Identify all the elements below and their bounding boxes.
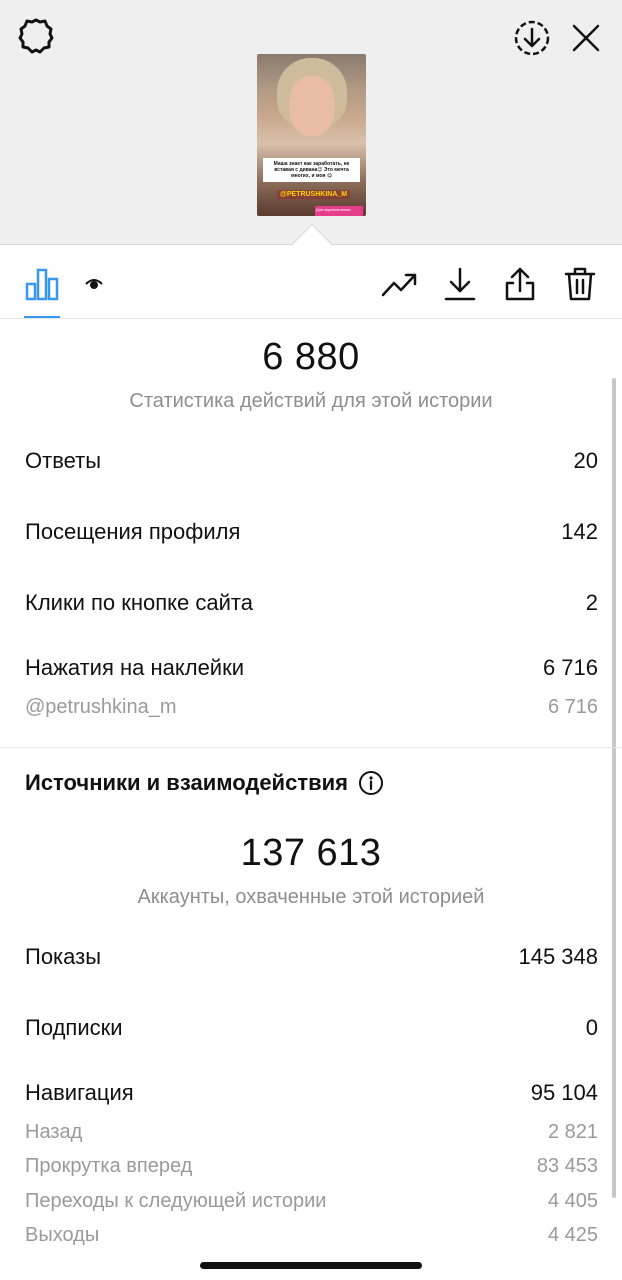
nav-subrow-next-story: Переходы к следующей истории 4 405: [25, 1190, 598, 1213]
save-story-icon[interactable]: [510, 16, 554, 60]
stat-label: Переходы к следующей истории: [25, 1190, 327, 1212]
download-icon[interactable]: [440, 264, 480, 304]
story-preview-area: Маша знает как заработать, не вставая с …: [0, 0, 622, 267]
actions-total: 6 880: [262, 336, 360, 378]
discovery-section-header: Источники и взаимодействия: [25, 770, 384, 796]
stat-row-sticker-taps: Нажатия на наклейки 6 716: [25, 655, 598, 681]
stat-value: 6 716: [542, 655, 598, 680]
eye-icon[interactable]: [74, 264, 114, 304]
insights-toolbar: [0, 246, 622, 319]
home-indicator[interactable]: [200, 1262, 422, 1269]
stat-value: 6 716: [547, 696, 598, 718]
stat-value: 2: [585, 590, 598, 615]
reach-total: 137 613: [240, 832, 382, 874]
stat-label: Навигация: [25, 1080, 134, 1105]
reach-caption: Аккаунты, охваченные этой историей: [137, 886, 485, 908]
stat-value: 95 104: [530, 1080, 598, 1105]
stat-label: Назад: [25, 1121, 83, 1143]
stat-row-profile-visits: Посещения профиля 142: [25, 519, 598, 545]
stat-value: 2 821: [547, 1121, 598, 1143]
stat-label: Посещения профиля: [25, 519, 241, 544]
stat-value: 0: [585, 1015, 598, 1040]
share-icon[interactable]: [500, 264, 540, 304]
stat-value: 20: [573, 448, 598, 473]
stat-row-replies: Ответы 20: [25, 448, 598, 474]
close-icon[interactable]: [566, 18, 606, 58]
stat-label: @petrushkina_m: [25, 696, 177, 718]
actions-caption: Статистика действий для этой истории: [129, 390, 493, 412]
active-tab-indicator: [24, 316, 60, 318]
trending-icon[interactable]: [380, 264, 420, 304]
section-divider: [0, 747, 622, 748]
stat-label: Нажатия на наклейки: [25, 655, 245, 680]
info-icon[interactable]: [358, 770, 384, 796]
nav-subrow-back: Назад 2 821: [25, 1121, 598, 1144]
settings-gear-icon[interactable]: [16, 16, 56, 56]
bar-chart-icon[interactable]: [22, 264, 62, 304]
story-thumbnail[interactable]: Маша знает как заработать, не вставая с …: [257, 54, 366, 216]
stat-row-website-clicks: Клики по кнопке сайта 2: [25, 590, 598, 616]
nav-subrow-exits: Выходы 4 425: [25, 1224, 598, 1247]
nav-subrow-forward: Прокрутка вперед 83 453: [25, 1155, 598, 1178]
stat-label: Выходы: [25, 1224, 100, 1246]
story-mention-sticker: @PETRUSHKINA_M: [277, 190, 351, 199]
stat-row-follows: Подписки 0: [25, 1015, 598, 1041]
section-title: Источники и взаимодействия: [25, 770, 348, 795]
stat-value: 4 425: [547, 1224, 598, 1246]
stat-row-navigation: Навигация 95 104: [25, 1080, 598, 1106]
stat-value: 145 348: [518, 944, 598, 969]
stat-label: Клики по кнопке сайта: [25, 590, 253, 615]
thumbnail-face: [289, 76, 335, 136]
stat-label: Прокрутка вперед: [25, 1155, 193, 1177]
stat-subrow-sticker-mention: @petrushkina_m 6 716: [25, 696, 598, 719]
stat-label: Показы: [25, 944, 102, 969]
stat-label: Ответы: [25, 448, 102, 473]
scrollbar[interactable]: [612, 378, 616, 1198]
stat-value: 142: [561, 519, 598, 544]
trash-icon[interactable]: [560, 264, 600, 304]
story-caption: Маша знает как заработать, не вставая с …: [263, 158, 360, 182]
stat-value: 83 453: [536, 1155, 598, 1177]
stat-row-impressions: Показы 145 348: [25, 944, 598, 970]
story-banner: Для вдохновления: [315, 206, 363, 216]
stat-value: 4 405: [547, 1190, 598, 1212]
stat-label: Подписки: [25, 1015, 123, 1040]
